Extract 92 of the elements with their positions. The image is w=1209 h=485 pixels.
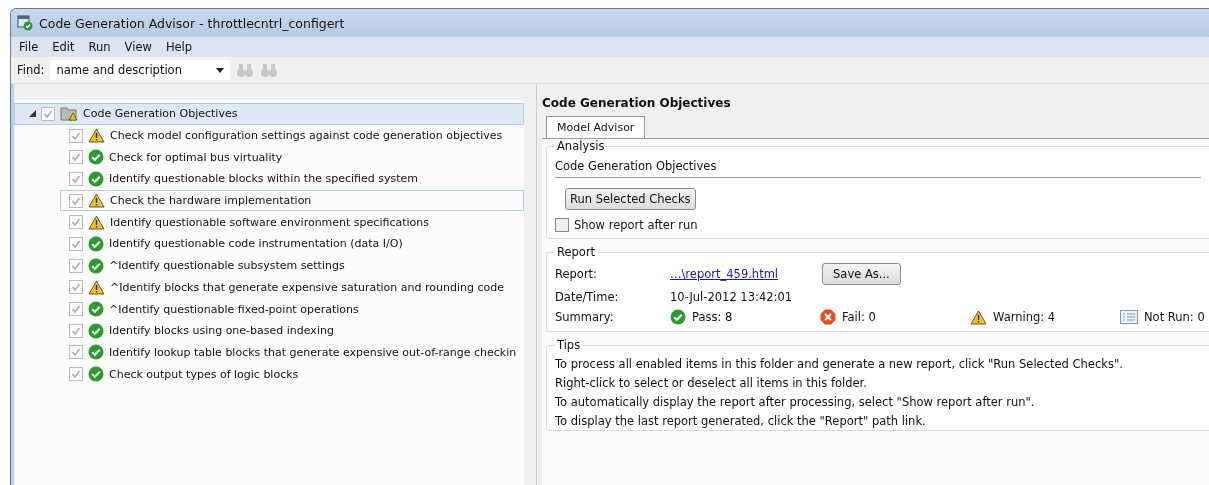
analysis-name: Code Generation Objectives (555, 155, 1201, 178)
check-icon (88, 344, 104, 361)
binoculars-icon[interactable] (260, 62, 279, 78)
checkbox[interactable] (69, 280, 83, 295)
section-heading: Code Generation Objectives (542, 95, 732, 112)
warning-icon (88, 193, 105, 209)
field-label: Date/Time: (555, 290, 620, 304)
tree-item-label: Check model configuration settings against code generation objectives (110, 129, 503, 143)
check-icon (670, 309, 686, 325)
tree-item-label: ^Identify questionable subsystem settings (109, 259, 345, 273)
tree-item-label: Identify questionable software environment specifications (110, 215, 429, 229)
tip-text: Right-click to select or deselect all items in this folder. (555, 375, 868, 392)
tree-item[interactable]: Identify blocks using one-based indexing (14, 319, 524, 342)
tree-item[interactable]: Check the hardware implementation (60, 189, 524, 212)
check-icon (88, 322, 104, 339)
checkbox[interactable] (69, 150, 83, 165)
check-icon (88, 366, 104, 383)
check-icon (88, 149, 104, 166)
tree-item[interactable]: ^Identify blocks that generate expensive saturation and rounding code (14, 276, 524, 299)
group-title: Tips (556, 338, 582, 352)
check-icon (88, 301, 104, 318)
summary-count: Warning: 4 (993, 310, 1056, 324)
checkbox[interactable] (41, 106, 55, 121)
checkbox[interactable] (69, 193, 83, 208)
tree-item-label: Identify lookup table blocks that generate expensive out-of-range checkin (109, 345, 517, 359)
field-label: Summary: (555, 310, 615, 324)
report-link[interactable]: …\report_459.html (670, 267, 779, 281)
tip-text: To display the last report generated, click the "Report" path link. (555, 413, 927, 430)
tree-item-label: ^Identify blocks that generate expensive saturation and rounding code (110, 280, 504, 294)
warning-icon (970, 309, 987, 325)
summary-count: Fail: 0 (842, 310, 876, 324)
folder-warning-icon (60, 106, 78, 122)
checkbox[interactable] (69, 128, 83, 143)
binoculars-icon[interactable] (236, 62, 255, 78)
menu-item[interactable]: View (124, 40, 152, 54)
menu-item[interactable]: File (19, 40, 39, 54)
checkbox[interactable] (69, 302, 83, 317)
checkbox[interactable] (69, 323, 83, 338)
window-title: Code Generation Advisor - throttlecntrl_configert (39, 15, 345, 31)
tree-item[interactable]: Identify questionable software environment specifications (14, 211, 524, 234)
tree-item-label: Identify questionable code instrumentation (data I/O) (109, 237, 403, 251)
tree-item-label: Check for optimal bus virtuality (109, 150, 283, 164)
checkbox[interactable] (555, 218, 569, 232)
check-icon (88, 257, 104, 274)
tree-item[interactable]: Code Generation Objectives (14, 103, 524, 125)
tree-item-label: Check the hardware implementation (110, 194, 312, 208)
checkbox[interactable] (69, 367, 83, 382)
warning-icon (88, 279, 105, 295)
tree-item[interactable]: Check for optimal bus virtuality (14, 146, 524, 169)
menu-item[interactable]: Edit (52, 40, 75, 54)
menu-item[interactable]: Help (165, 40, 193, 54)
tree-item-label: Code Generation Objectives (83, 107, 238, 121)
summary-count: Pass: 8 (692, 310, 733, 324)
tree-item[interactable]: ^Identify questionable subsystem settings (14, 254, 524, 277)
tab[interactable]: Model Advisor (546, 116, 646, 138)
tree-item[interactable]: Identify questionable blocks within the specified system (14, 168, 524, 190)
tip-text: To automatically display the report after processing, select "Show report after run". (555, 394, 1036, 411)
group-title: Report (556, 245, 597, 259)
list-icon (1120, 310, 1138, 324)
checkbox[interactable] (69, 236, 83, 251)
run-button[interactable]: Run Selected Checks (565, 188, 696, 210)
tree-item[interactable]: Identify questionable code instrumentation (data I/O) (14, 233, 524, 255)
error-icon (820, 309, 836, 325)
checkbox[interactable] (69, 215, 83, 230)
tree-item-label: Check output types of logic blocks (109, 367, 299, 381)
tree-item[interactable]: Identify lookup table blocks that generate expensive out-of-range checkin (14, 341, 524, 364)
checkbox[interactable] (69, 258, 83, 273)
find-label: Find: (17, 63, 45, 77)
tip-text: To process all enabled items in this folder and generate a new report, click "Run Selected Checks". (555, 356, 1124, 373)
save-as-button[interactable]: Save As... (822, 263, 901, 285)
tree-item[interactable]: ^Identify questionable fixed-point operations (14, 298, 524, 320)
tree-item-label: Identify questionable blocks within the specified system (109, 172, 418, 186)
tree-item-label: ^Identify questionable fixed-point operations (109, 302, 359, 316)
date-value: 10-Jul-2012 13:42:01 (670, 290, 794, 304)
warning-icon (88, 128, 105, 144)
caret-icon (216, 67, 225, 73)
field-label: Report: (555, 267, 598, 281)
check-icon (88, 170, 104, 187)
checkbox[interactable] (69, 345, 83, 360)
menu-item[interactable]: Run (88, 40, 111, 54)
tree-item[interactable]: Check model configuration settings against code generation objectives (14, 124, 524, 147)
tree-item-label: Identify blocks using one-based indexing (109, 324, 334, 338)
check-icon (88, 235, 104, 252)
app-icon (17, 15, 33, 31)
summary-count: Not Run: 0 (1144, 310, 1205, 324)
checkbox-label: Show report after run (574, 218, 698, 232)
collapse-icon[interactable] (29, 110, 36, 118)
warning-icon (88, 214, 105, 230)
tree-item[interactable]: Check output types of logic blocks (14, 363, 524, 385)
checkbox[interactable] (69, 171, 83, 186)
find-dropdown[interactable]: name and description (50, 60, 231, 80)
group-title: Analysis (556, 139, 606, 153)
